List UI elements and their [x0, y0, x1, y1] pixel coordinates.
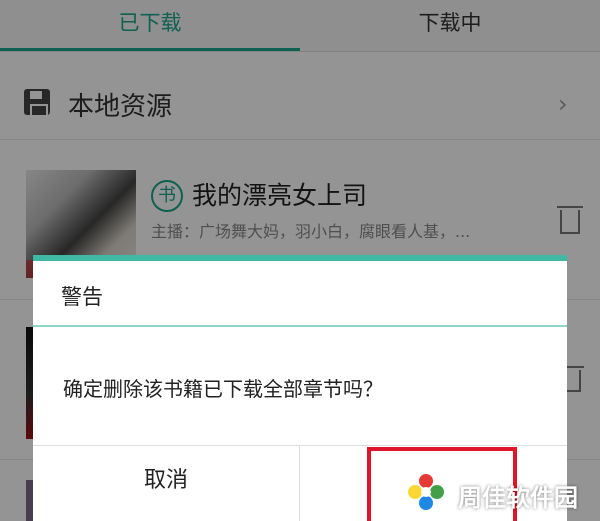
dialog-title-divider [33, 325, 567, 327]
dialog-message: 确定删除该书籍已下载全部章节吗？ [63, 377, 383, 401]
watermark-text: 周佳软件园 [458, 484, 578, 512]
dialog-title: 警告 [61, 285, 103, 309]
watermark-logo-icon [408, 474, 444, 510]
cancel-button[interactable]: 取消 [33, 446, 299, 521]
watermark: 周佳软件园 [400, 466, 600, 521]
